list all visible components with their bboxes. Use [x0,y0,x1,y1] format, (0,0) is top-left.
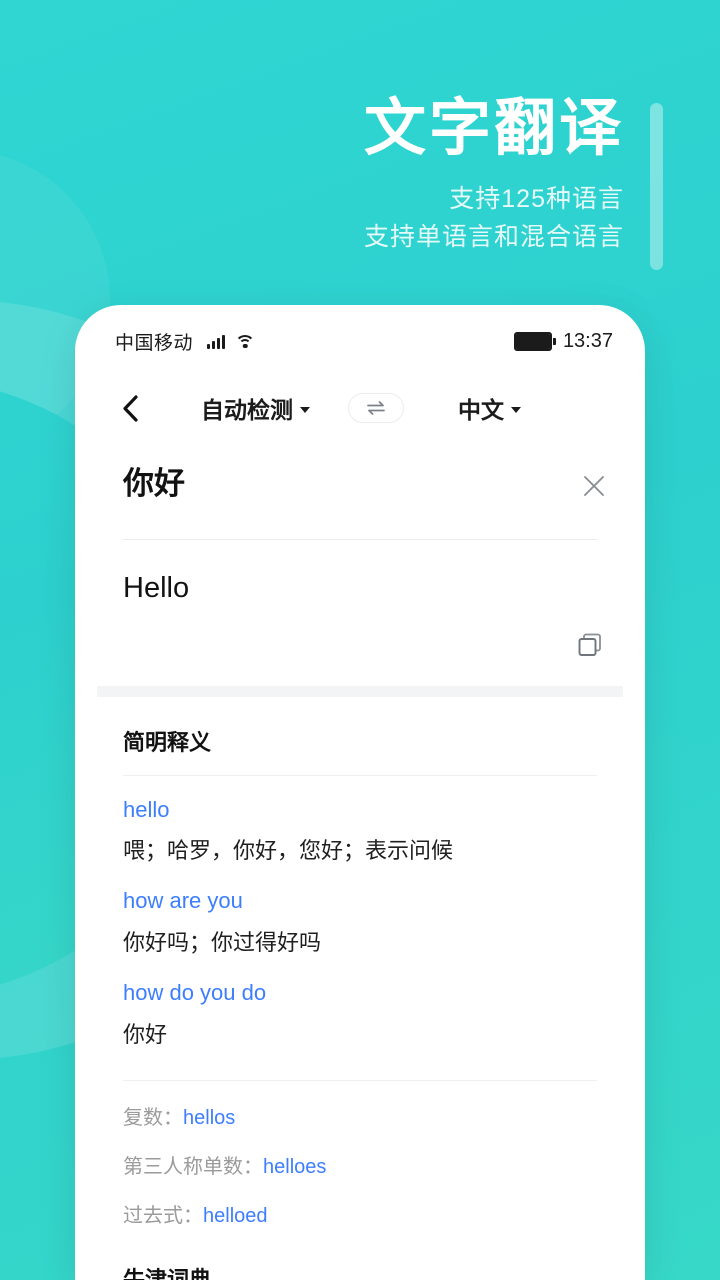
navigation-bar: 自动检测 中文 [75,377,645,439]
status-bar-icons [207,334,256,349]
back-button[interactable] [115,393,145,423]
word-form-row: 第三人称单数：helloes [123,1130,597,1179]
entry-definition: 喂；哈罗，你好，您好；表示问候 [123,838,454,864]
target-language-selector[interactable]: 中文 [458,391,521,425]
phone-screenshot-card: 中国移动 13:37 自动检测 中文 你好 Hello 简明释义 hello 喂… [75,305,645,1280]
entry-term[interactable]: how do you do [123,978,597,1009]
dictionary-section: 简明释义 hello 喂；哈罗，你好，您好；表示问候 how are you 你… [75,697,645,1280]
status-bar-right: 13:37 [513,329,613,353]
battery-full-icon [513,331,556,351]
word-form-label: 复数： [123,1107,183,1130]
status-bar-clock: 13:37 [562,329,613,352]
hero-header: 文字翻译 支持125种语言 支持单语言和混合语言 [124,94,624,255]
source-language-label: 自动检测 [201,397,293,423]
carrier-label: 中国移动 [115,332,194,354]
entry-term[interactable]: hello [123,795,597,826]
source-text-row: 你好 [75,439,645,517]
signal-bars-icon [207,334,226,349]
chevron-left-icon [123,394,138,422]
chevron-down-icon [511,406,521,413]
source-text-input[interactable]: 你好 [123,465,577,504]
dictionary-entry: hello 喂；哈罗，你好，您好；表示问候 [123,776,597,868]
entry-definition: 你好吗；你过得好吗 [123,930,322,956]
close-icon [584,476,604,496]
oxford-dictionary-heading: 牛津词典 [123,1267,212,1280]
dictionary-title: 简明释义 [123,729,212,755]
wifi-icon [235,334,256,349]
hero-accent-bar [650,103,663,270]
hero-subtitle-line2: 支持单语言和混合语言 [363,223,624,252]
source-language-selector[interactable]: 自动检测 [201,391,310,425]
translation-output-text: Hello [123,572,190,604]
swap-horizontal-icon [367,401,385,415]
swap-languages-button[interactable] [348,393,404,423]
hero-title: 文字翻译 [363,94,624,163]
copy-translation-button[interactable] [575,630,609,664]
word-form-row: 复数：hellos [123,1081,597,1130]
output-actions-row [75,608,645,664]
copy-icon [578,633,601,656]
word-form-row: 过去式：helloed [123,1179,597,1228]
section-separator-band [97,685,623,697]
status-bar: 中国移动 13:37 [75,305,645,377]
entry-definition: 你好 [123,1021,168,1047]
dictionary-entry: how are you 你好吗；你过得好吗 [123,867,597,959]
word-form-value[interactable]: helloed [203,1205,268,1227]
entry-term[interactable]: how are you [123,886,597,917]
word-form-value[interactable]: hellos [183,1107,235,1129]
word-form-label: 过去式： [123,1205,203,1228]
word-form-label: 第三人称单数： [123,1156,263,1179]
chevron-down-icon [300,406,310,413]
hero-subtitle-line1: 支持125种语言 [449,184,624,213]
dictionary-entry: how do you do 你好 [123,959,597,1051]
clear-input-button[interactable] [577,469,611,503]
target-language-label: 中文 [458,397,504,423]
word-form-value[interactable]: helloes [263,1156,326,1178]
